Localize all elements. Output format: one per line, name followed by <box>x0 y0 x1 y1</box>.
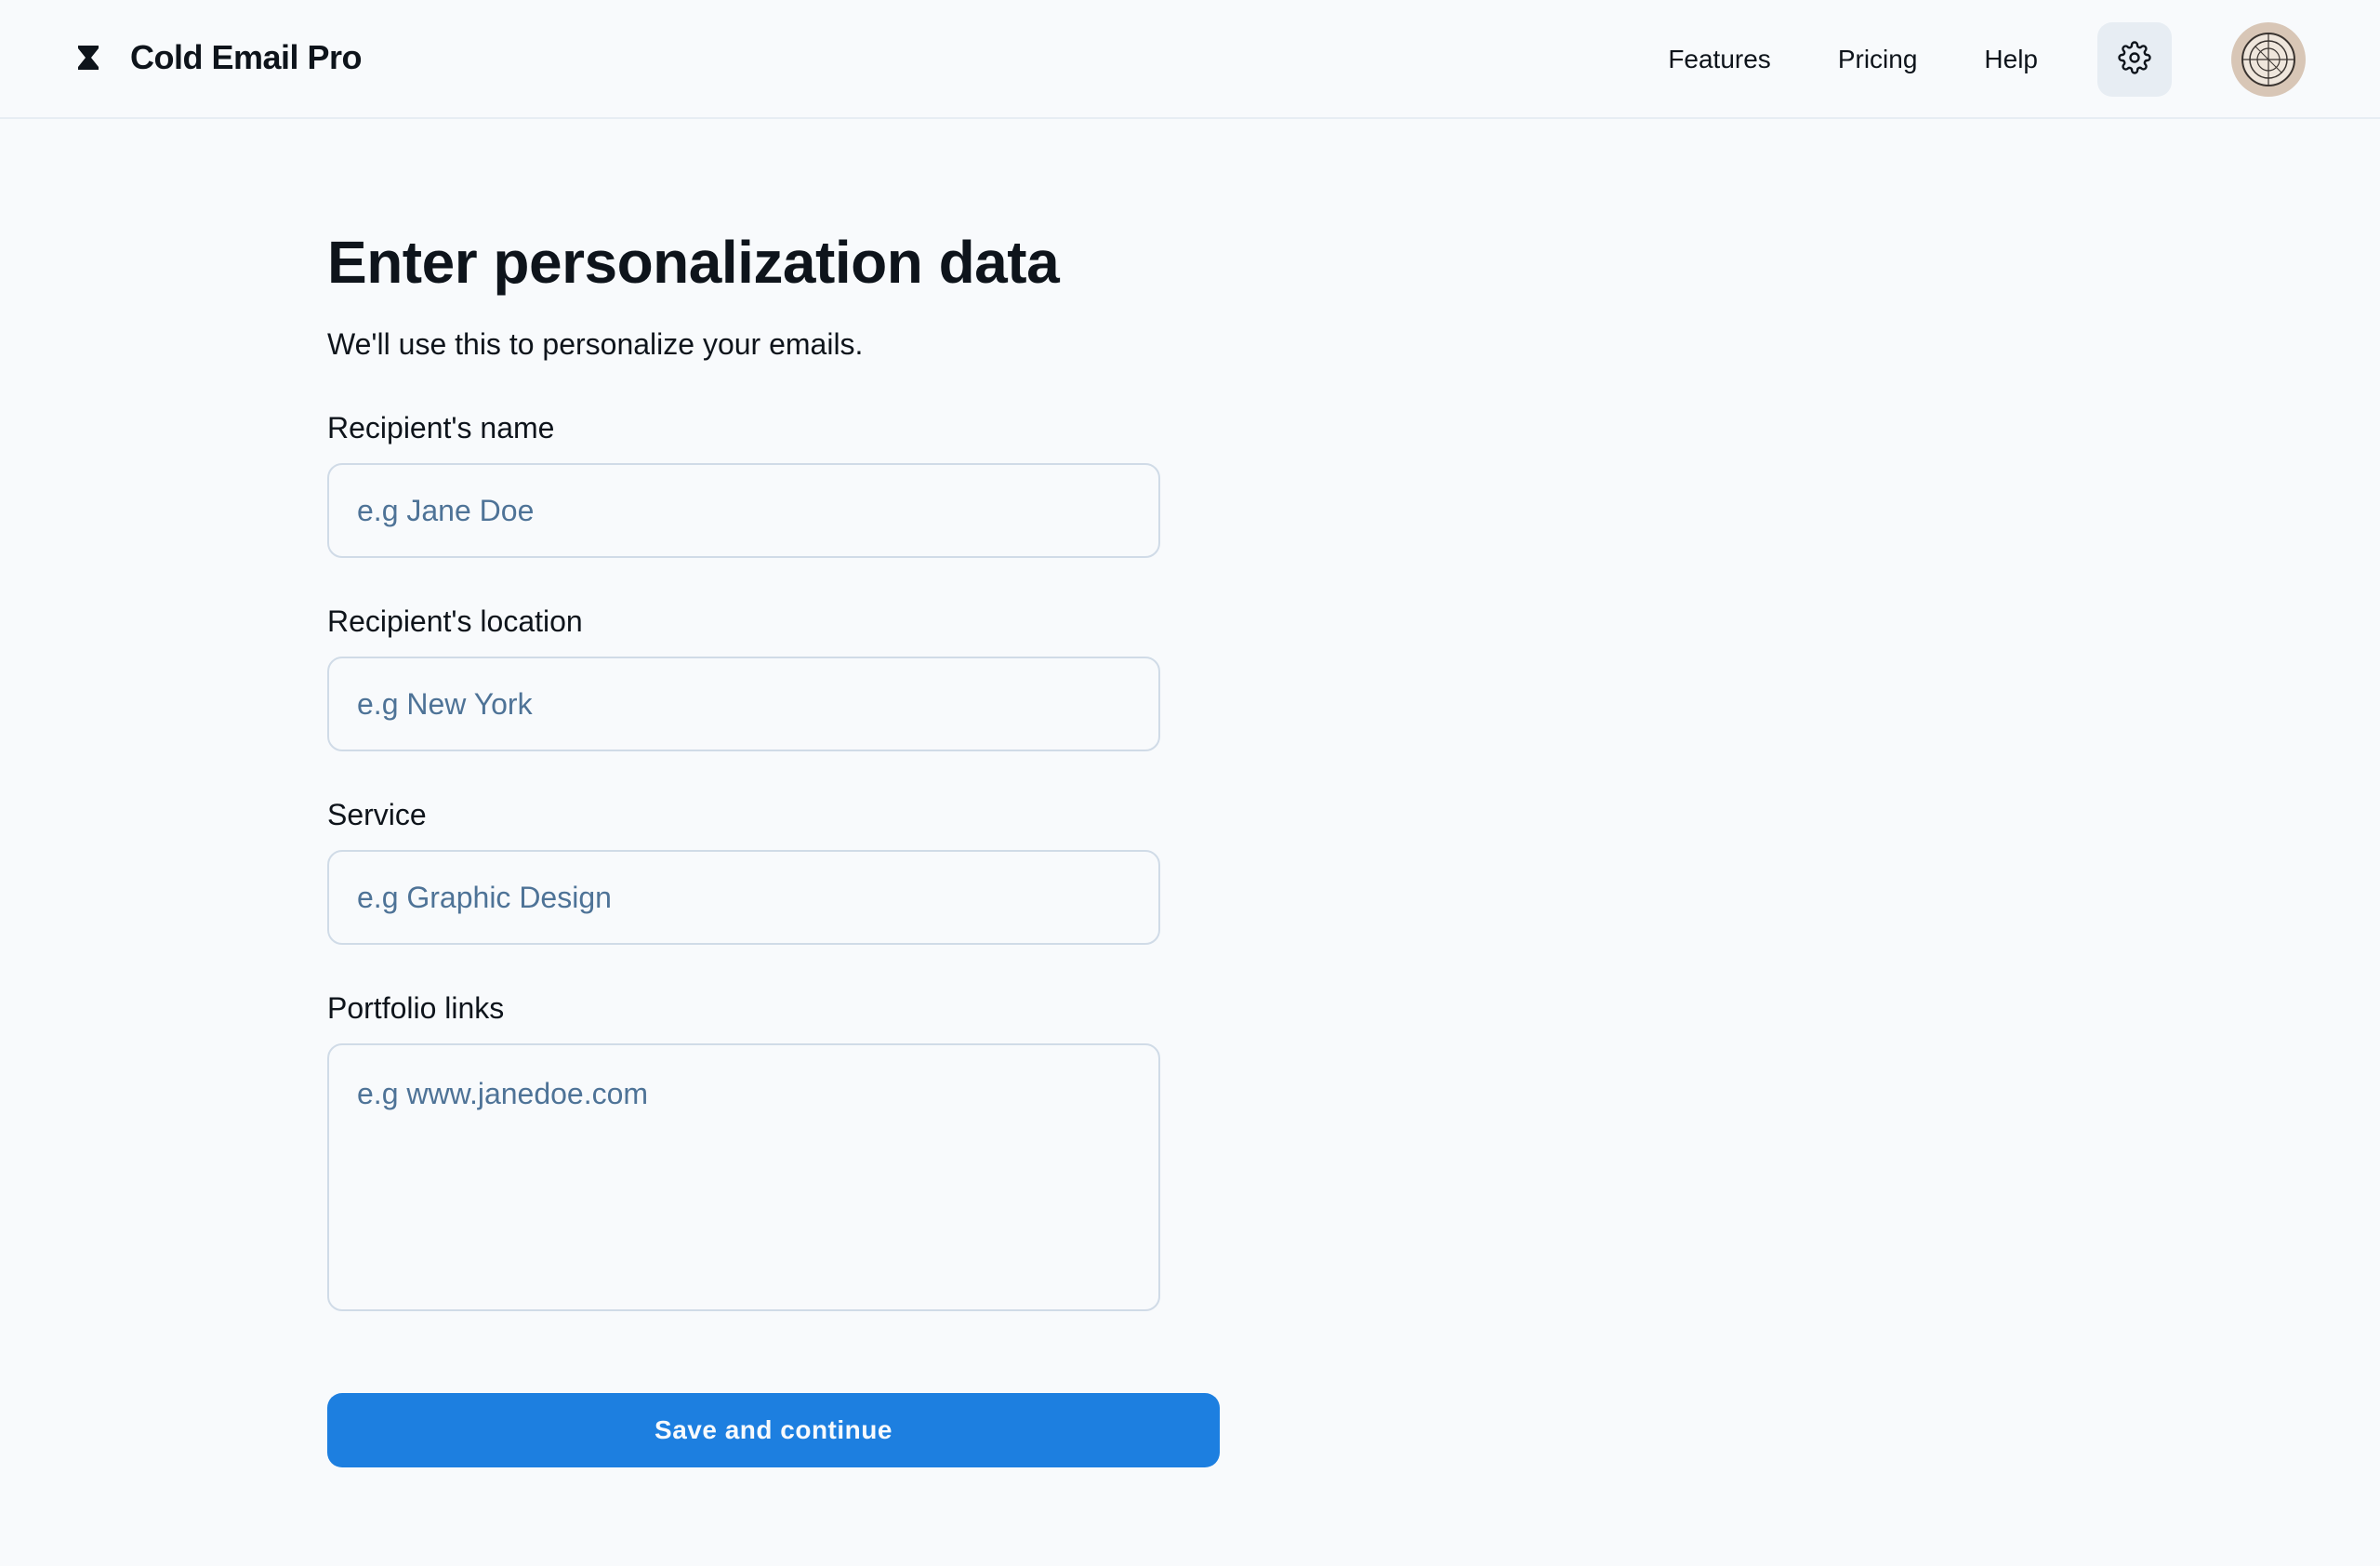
brand-name: Cold Email Pro <box>130 38 363 76</box>
recipient-name-input[interactable] <box>327 463 1160 558</box>
service-label: Service <box>327 798 427 831</box>
recipient-location-label: Recipient's location <box>327 604 583 638</box>
personalization-form: Enter personalization data We'll use thi… <box>327 223 1220 1311</box>
service-input[interactable] <box>327 850 1160 945</box>
recipient-location-input[interactable] <box>327 657 1160 751</box>
nav-link-pricing[interactable]: Pricing <box>1838 45 1918 74</box>
main-nav: Features Pricing Help <box>1668 22 2306 97</box>
nav-link-help[interactable]: Help <box>1984 45 2038 74</box>
page-subtitle: We'll use this to personalize your email… <box>327 327 864 361</box>
portfolio-links-textarea[interactable] <box>327 1043 1160 1311</box>
gear-icon <box>2118 40 2151 79</box>
user-avatar[interactable] <box>2231 22 2306 97</box>
brand[interactable]: Cold Email Pro <box>74 37 363 78</box>
portfolio-links-label: Portfolio links <box>327 991 505 1025</box>
hourglass-logo-icon <box>74 44 102 72</box>
page-title: Enter personalization data <box>327 229 1060 296</box>
field-recipient-location: Recipient's location <box>327 601 1220 751</box>
settings-button[interactable] <box>2097 22 2172 97</box>
save-and-continue-button[interactable]: Save and continue <box>327 1393 1220 1467</box>
top-navbar: Cold Email Pro Features Pricing Help <box>0 0 2380 119</box>
field-recipient-name: Recipient's name <box>327 407 1220 558</box>
field-service: Service <box>327 794 1220 945</box>
nav-link-features[interactable]: Features <box>1668 45 1771 74</box>
recipient-name-label: Recipient's name <box>327 411 555 445</box>
field-portfolio-links: Portfolio links <box>327 988 1220 1311</box>
